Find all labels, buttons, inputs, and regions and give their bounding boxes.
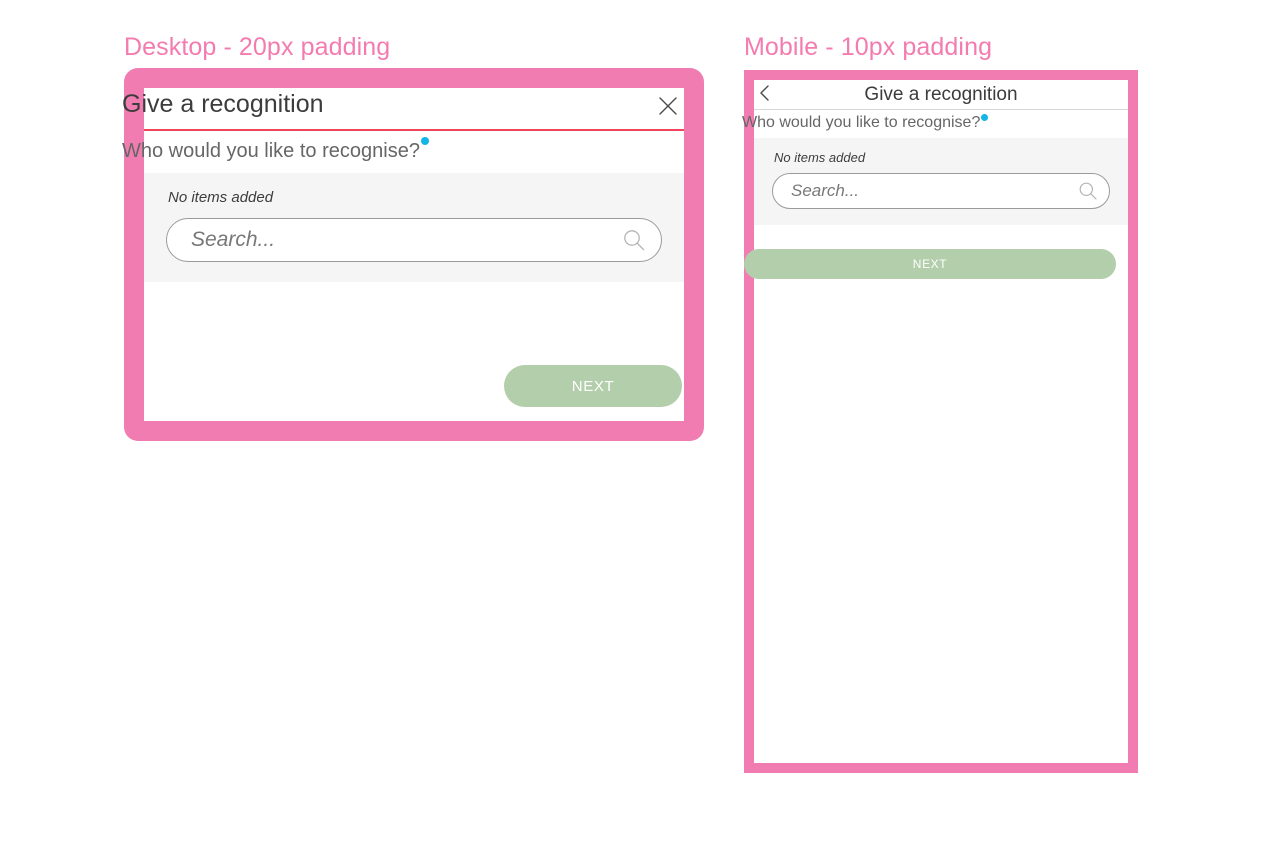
required-dot-icon <box>981 114 989 121</box>
mobile-footer: NEXT <box>744 225 1128 287</box>
screenshot-stage: Desktop - 20px padding Give a recognitio… <box>0 0 1288 846</box>
dialog-title: Give a recognition <box>122 90 324 118</box>
mobile-header: Give a recognition <box>754 80 1128 110</box>
chevron-left-icon[interactable] <box>756 81 774 105</box>
search-icon[interactable] <box>1077 180 1099 202</box>
mobile-question-row: Who would you like to recognise? <box>742 110 1128 138</box>
mobile-next-button[interactable]: NEXT <box>744 249 1116 279</box>
recipient-picker-panel: No items added <box>144 173 684 282</box>
dialog-footer: NEXT <box>144 351 684 421</box>
mobile-padding-frame: Give a recognition Who would you like to… <box>742 70 1138 773</box>
dialog-header: Give a recognition <box>122 88 684 131</box>
desktop-dialog: Give a recognition Who would you like to… <box>122 88 684 421</box>
mobile-question-label: Who would you like to recognise? <box>742 114 981 131</box>
search-input[interactable] <box>189 227 621 253</box>
question-row: Who would you like to recognise? <box>122 131 684 173</box>
empty-state-label: No items added <box>168 189 274 206</box>
next-button[interactable]: NEXT <box>504 365 682 407</box>
mobile-title: Give a recognition <box>864 83 1018 105</box>
mobile-recipient-picker-panel: No items added <box>754 138 1128 225</box>
desktop-padding-frame: Give a recognition Who would you like to… <box>122 68 704 441</box>
search-icon[interactable] <box>621 227 647 253</box>
close-icon[interactable] <box>656 94 680 118</box>
mobile-screen: Give a recognition Who would you like to… <box>742 80 1128 763</box>
desktop-caption: Desktop - 20px padding <box>124 33 391 61</box>
question-label: Who would you like to recognise? <box>122 140 420 162</box>
mobile-empty-state-label: No items added <box>774 150 866 165</box>
required-dot-icon <box>420 137 429 146</box>
search-field[interactable] <box>166 218 662 262</box>
mobile-search-input[interactable] <box>789 180 1077 202</box>
mobile-question-wrap: Who would you like to recognise? <box>742 114 989 132</box>
mobile-caption: Mobile - 10px padding <box>744 33 993 61</box>
mobile-search-field[interactable] <box>772 173 1110 209</box>
question-label-wrap: Who would you like to recognise? <box>122 137 429 163</box>
